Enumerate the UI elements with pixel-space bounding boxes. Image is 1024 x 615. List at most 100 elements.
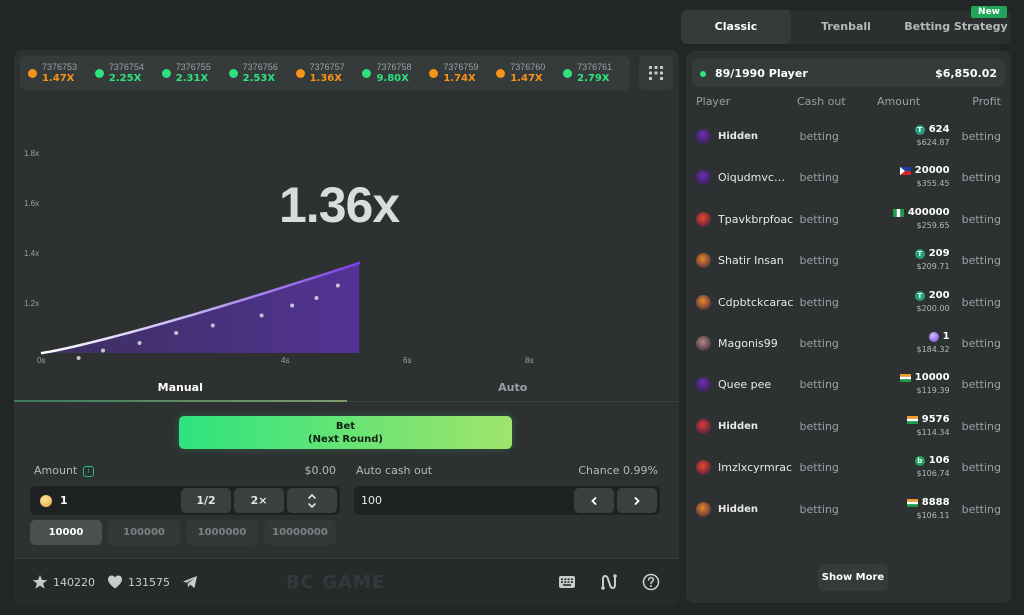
player-name[interactable]: Hidden [718, 421, 794, 432]
player-name[interactable]: Imzlxcyrmrac [718, 461, 794, 474]
tab-manual[interactable]: Manual [14, 376, 347, 402]
bet-button-label: Bet [335, 421, 356, 432]
amount-value[interactable]: 1 [60, 494, 181, 507]
history-dot-icon [94, 68, 104, 78]
chip-100000[interactable]: 100000 [108, 520, 180, 545]
player-cashout: betting [799, 254, 839, 268]
online-dot-icon [700, 70, 706, 77]
history-item[interactable]: 7376760 1.47X [496, 62, 563, 84]
player-name[interactable]: Hidden [718, 131, 794, 142]
tab-betting-strategy[interactable]: Betting Strategy New [901, 6, 1011, 44]
history-dot-icon [228, 68, 238, 78]
player-amount: b 106 $106.74 [870, 455, 961, 480]
player-cashout: betting [799, 130, 839, 143]
history-item[interactable]: 7376758 9.80X [362, 62, 429, 84]
history-multiplier: 2.31X [175, 73, 209, 84]
info-icon[interactable]: i [83, 465, 95, 477]
avatar[interactable] [696, 211, 711, 227]
player-row[interactable]: Oiqudmvcm... betting 20000 $355.45 betting [696, 157, 1001, 198]
history-grid-button[interactable] [639, 56, 673, 90]
player-cashout: betting [799, 337, 839, 350]
player-row[interactable]: Hidden betting T 624 $624.87 betting [696, 116, 1001, 157]
player-name[interactable]: Magonis99 [718, 337, 794, 350]
curve-area [42, 263, 360, 353]
double-button[interactable]: 2× [234, 488, 284, 513]
history-multiplier: 9.80X [376, 73, 409, 84]
player-name[interactable]: Tpavkbrpfoac [718, 213, 794, 226]
player-amount: 20000 $355.45 [870, 165, 961, 190]
player-amount-usd: $259.65 [916, 220, 950, 230]
tab-classic[interactable]: Classic [681, 10, 791, 44]
player-name[interactable]: Cdpbtckcarac [718, 296, 794, 309]
heart-icon [108, 575, 122, 589]
player-row[interactable]: Cdpbtckcarac betting T 200 $200.00 betting [696, 282, 1001, 323]
auto-cashout-input[interactable]: 100 [354, 486, 660, 515]
history-item[interactable]: 7376756 2.53X [228, 62, 296, 84]
history-item[interactable]: 7376759 1.74X [429, 62, 496, 84]
chip-1000000[interactable]: 1000000 [186, 520, 258, 545]
player-name[interactable]: Quee pee [718, 378, 794, 391]
header-amount: Amount [877, 95, 921, 108]
player-row[interactable]: Tpavkbrpfoac betting 400000 $259.65 betting [696, 199, 1001, 240]
amount-input[interactable]: 1 1/2 2× [30, 486, 340, 515]
player-profit: betting [961, 337, 1001, 350]
chart-curve-icon[interactable] [599, 572, 619, 592]
player-amount: 9576 $114.34 [870, 414, 961, 439]
x-tick-label: 8s [525, 356, 533, 365]
history-item[interactable]: 7376754 2.25X [94, 62, 162, 84]
amount-stepper-button[interactable] [287, 488, 337, 513]
avatar[interactable] [696, 253, 711, 269]
chip-10000[interactable]: 10000 [30, 520, 102, 545]
player-profit: betting [961, 378, 1001, 392]
history-item[interactable]: 7376753 1.47X [28, 62, 95, 84]
keyboard-icon[interactable] [557, 572, 577, 592]
y-tick-label: 1.4x [24, 249, 39, 258]
history-item[interactable]: 7376761 2.79X [563, 62, 630, 84]
player-profit: betting [961, 461, 1001, 475]
chip-10000000[interactable]: 10000000 [264, 520, 336, 545]
increase-button[interactable] [617, 488, 657, 513]
avatar[interactable] [696, 460, 711, 476]
half-button[interactable]: 1/2 [181, 488, 231, 513]
avatar[interactable] [696, 336, 711, 351]
history-item[interactable]: 7376757 1.36X [295, 62, 363, 84]
cashout-marker [137, 341, 142, 345]
tab-auto[interactable]: Auto [347, 376, 680, 401]
history-multiplier: 2.25X [108, 73, 142, 84]
usdt-coin-icon: T [914, 290, 925, 301]
bet-button[interactable]: Bet (Next Round) [179, 416, 512, 449]
player-cashout: betting [799, 295, 839, 309]
player-name[interactable]: Hidden [718, 504, 794, 515]
inr-flag-icon [906, 415, 918, 424]
avatar[interactable] [696, 294, 711, 310]
player-name[interactable]: Oiqudmvcm... [718, 171, 794, 184]
avatar[interactable] [696, 418, 711, 434]
history-round-id: 7376757 [309, 62, 345, 72]
favorites-stat[interactable]: 140220 [32, 574, 95, 590]
player-row[interactable]: Hidden betting 8888 $106.11 betting [696, 489, 1001, 530]
likes-stat[interactable]: 131575 [107, 574, 170, 590]
player-amount-usd: $106.11 [916, 510, 950, 520]
player-row[interactable]: Magonis99 betting 1 $184.32 betting [696, 323, 1001, 364]
player-row[interactable]: Quee pee betting 10000 $119.39 betting [696, 364, 1001, 405]
player-profit: betting [961, 171, 1001, 185]
player-row[interactable]: Imzlxcyrmrac betting b 106 $106.74 betting [696, 447, 1001, 488]
new-badge: New [971, 6, 1007, 18]
show-more-button[interactable]: Show More [818, 564, 888, 591]
avatar[interactable] [696, 129, 711, 144]
auto-cashout-value[interactable]: 100 [361, 494, 574, 507]
player-amount-usd: $106.74 [916, 469, 950, 479]
tab-trenball[interactable]: Trenball [791, 10, 901, 44]
history-item[interactable]: 7376755 2.31X [161, 62, 229, 84]
share-telegram-button[interactable] [182, 574, 203, 590]
avatar[interactable] [696, 170, 711, 186]
player-row[interactable]: Shatir Insan betting T 209 $209.71 betting [696, 240, 1001, 281]
player-row[interactable]: Hidden betting 9576 $114.34 betting [696, 406, 1001, 447]
player-name[interactable]: Shatir Insan [718, 254, 794, 267]
decrease-button[interactable] [574, 488, 614, 513]
coin-icon [40, 494, 52, 507]
player-cashout: betting [799, 212, 839, 226]
avatar[interactable] [696, 377, 711, 393]
avatar[interactable] [696, 501, 711, 517]
help-icon[interactable] [641, 572, 661, 592]
